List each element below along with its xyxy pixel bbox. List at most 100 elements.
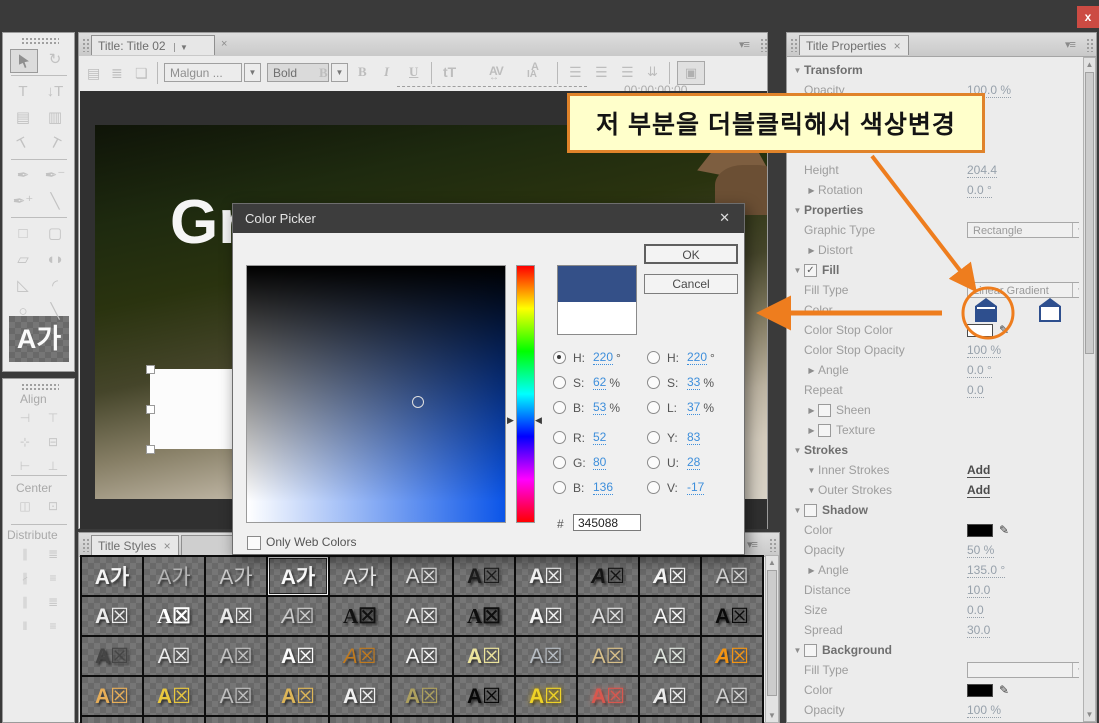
rotation-tool[interactable]: ↻ [42, 49, 68, 71]
eyedropper-icon[interactable]: ✎ [999, 523, 1009, 537]
panel-menu-icon[interactable]: ▾≡ [1065, 38, 1076, 51]
style-swatch-51[interactable] [454, 717, 514, 723]
style-swatch-46[interactable] [144, 717, 204, 723]
disclosure-triangle-icon[interactable]: ▼ [791, 266, 804, 275]
size-value[interactable]: 0.0 [967, 603, 984, 618]
distribute-vertical-bottom-icon[interactable]: ≣ [42, 593, 64, 611]
only-web-colors-checkbox[interactable] [247, 536, 261, 550]
style-swatch-12[interactable]: A☒ [82, 597, 142, 635]
field-value[interactable]: 37 [687, 400, 701, 415]
style-swatch-23[interactable]: A☒ [82, 637, 142, 675]
dialog-titlebar[interactable]: Color Picker ✕ [233, 204, 744, 233]
panel-grip[interactable] [1086, 38, 1093, 52]
align-horizontal-left-icon[interactable]: ⊣ [14, 409, 36, 427]
scroll-down-icon[interactable]: ▼ [1084, 708, 1095, 721]
opacity-value[interactable]: 50 % [967, 543, 995, 558]
distribute-horizontal-center-icon[interactable]: ∦ [14, 569, 36, 587]
vertical-type-tool[interactable]: ↓T [42, 81, 68, 103]
style-swatch-15[interactable]: A☒ [268, 597, 328, 635]
style-swatch-7[interactable]: A☒ [454, 557, 514, 595]
style-swatch-35[interactable]: A☒ [144, 677, 204, 715]
selection-handle[interactable] [146, 365, 155, 374]
disclosure-triangle-icon[interactable]: ▼ [805, 486, 818, 495]
selection-handle[interactable] [146, 405, 155, 414]
hue-slider[interactable] [516, 265, 535, 523]
radio-button[interactable] [647, 481, 660, 494]
angle-value[interactable]: 135.0 ° [967, 563, 1006, 578]
center-horizontal-icon[interactable]: ◫ [14, 497, 36, 515]
style-swatch-36[interactable]: A☒ [206, 677, 266, 715]
disclosure-triangle-icon[interactable]: ▶ [805, 366, 818, 375]
style-swatch-47[interactable] [206, 717, 266, 723]
fill-type-dropdown[interactable]: ▼ [967, 662, 1079, 678]
style-swatch-3[interactable]: A가 [206, 557, 266, 595]
radio-button[interactable] [553, 431, 566, 444]
style-swatch-31[interactable]: A☒ [578, 637, 638, 675]
distance-value[interactable]: 10.0 [967, 583, 991, 598]
disclosure-triangle-icon[interactable]: ▶ [805, 246, 818, 255]
dropdown-arrow-icon[interactable]: ▼ [1072, 223, 1079, 237]
style-swatch-28[interactable]: A☒ [392, 637, 452, 675]
center-vertical-icon[interactable]: ⊡ [42, 497, 64, 515]
path-type-tool[interactable]: T [6, 128, 39, 160]
style-swatch-2[interactable]: A가 [144, 557, 204, 595]
panel-grip[interactable] [760, 38, 767, 52]
disclosure-triangle-icon[interactable]: ▶ [805, 186, 818, 195]
style-swatch-27[interactable]: A☒ [330, 637, 390, 675]
selection-handle[interactable] [146, 445, 155, 454]
distribute-vertical-top-icon[interactable]: ≣ [42, 545, 64, 563]
panel-grip[interactable] [790, 38, 797, 52]
distribute-horizontal-left-icon[interactable]: ∥ [14, 545, 36, 563]
saturation-brightness-field[interactable] [246, 265, 506, 523]
distribute-vertical-center-icon[interactable]: ≡ [42, 569, 64, 587]
radio-button[interactable] [647, 431, 660, 444]
arc-tool[interactable]: ◜ [42, 275, 68, 297]
height-value[interactable]: 204.4 [967, 163, 998, 178]
align-horizontal-right-icon[interactable]: ⊢ [14, 457, 36, 475]
style-swatch-50[interactable] [392, 717, 452, 723]
field-value[interactable]: 62 [593, 375, 607, 390]
align-left-icon[interactable]: ☰ [569, 64, 582, 81]
style-swatch-25[interactable]: A☒ [206, 637, 266, 675]
line-tool[interactable]: ╲ [42, 301, 68, 323]
color-field-marker[interactable] [412, 396, 424, 408]
style-swatch-4[interactable]: A가 [268, 557, 328, 595]
pen-tool[interactable]: ✒ [10, 165, 36, 187]
eyedropper-icon[interactable]: ✎ [999, 683, 1009, 697]
style-swatch-42[interactable]: A☒ [578, 677, 638, 715]
styles-scrollbar[interactable]: ▲ ▼ [765, 555, 779, 723]
style-swatch-38[interactable]: A☒ [330, 677, 390, 715]
panel-menu-icon[interactable]: ▾≡ [747, 538, 758, 551]
selection-tool[interactable] [10, 49, 38, 73]
show-background-video-button[interactable]: ▣ [677, 61, 705, 85]
field-value[interactable]: 52 [593, 430, 607, 445]
rectangle-tool[interactable]: □ [10, 223, 36, 245]
style-swatch-11[interactable]: A☒ [702, 557, 762, 595]
style-swatch-26[interactable]: A☒ [268, 637, 328, 675]
cancel-button[interactable]: Cancel [644, 274, 738, 294]
radio-button[interactable] [553, 456, 566, 469]
texture-checkbox[interactable] [818, 423, 831, 437]
tab-close-icon[interactable]: × [164, 539, 171, 553]
clipped-corner-rectangle-tool[interactable]: ▱ [10, 249, 36, 271]
templates-icon[interactable]: ❏ [135, 65, 148, 82]
spread-value[interactable]: 30.0 [967, 623, 991, 638]
field-value[interactable]: 220 [593, 350, 614, 365]
distribute-horizontal-even-icon[interactable]: ‖ [14, 617, 36, 635]
disclosure-triangle-icon[interactable]: ▶ [805, 406, 818, 415]
disclosure-triangle-icon[interactable]: ▼ [791, 446, 804, 455]
style-swatch-9[interactable]: A☒ [578, 557, 638, 595]
style-swatch-44[interactable]: A☒ [702, 677, 762, 715]
tab-title-document[interactable]: Title: Title 02 ▼ [91, 35, 215, 55]
style-swatch-43[interactable]: A☒ [640, 677, 700, 715]
disclosure-triangle-icon[interactable]: ▼ [791, 646, 804, 655]
style-swatch-33[interactable]: A☒ [702, 637, 762, 675]
roll-crawl-options-icon[interactable]: ≣ [111, 65, 123, 82]
delete-anchor-point-tool[interactable]: ✒⁻ [42, 165, 68, 187]
sheen-checkbox[interactable] [818, 403, 831, 417]
fill-type-dropdown[interactable]: Linear Gradient▼ [967, 282, 1079, 298]
style-swatch-37[interactable]: A☒ [268, 677, 328, 715]
style-swatch-34[interactable]: A☒ [82, 677, 142, 715]
rounded-corner-rectangle-tool[interactable]: ▢ [42, 223, 68, 245]
hue-marker-right-icon[interactable]: ◀ [535, 415, 542, 426]
